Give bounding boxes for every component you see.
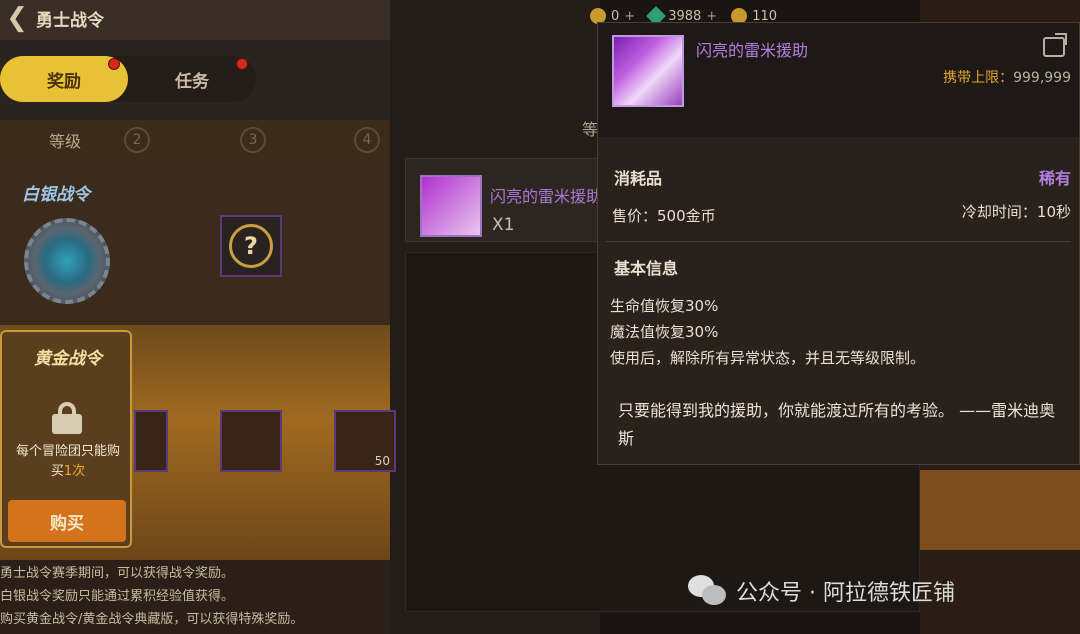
carry-limit-value: 999,999: [1013, 70, 1071, 86]
silver-pass-title: 白银战令: [22, 185, 90, 205]
item-icon: [420, 175, 482, 237]
level-label: 等级: [48, 132, 81, 151]
tab-label: 奖励: [47, 71, 81, 92]
tab-quests[interactable]: 任务: [128, 56, 256, 102]
gold-pass-desc-highlight: 1次: [63, 464, 86, 479]
item-name: 闪亮的雷米援助: [490, 187, 600, 206]
tab-label: 任务: [175, 71, 209, 92]
item-effect: 魔法值恢复30%: [610, 323, 719, 341]
footer-info: 勇士战令赛季期间，可以获得战令奖励。 白银战令奖励只能通过累积经验值获得。 购买…: [0, 562, 390, 631]
watermark-text: 公众号 · 阿拉德铁匠铺: [736, 581, 955, 606]
gold-pass-title: 黄金战令: [34, 349, 102, 369]
item-icon: [612, 35, 684, 107]
gold-pass-description: 每个冒险团只能购买1次: [10, 442, 126, 482]
item-tooltip: 闪亮的雷米援助 携带上限：999,999 消耗品 稀有 售价：500金币 冷却时…: [597, 22, 1080, 465]
footer-line: 白银战令奖励只能通过累积经验值获得。: [0, 589, 235, 604]
question-mark-icon: ?: [229, 224, 273, 268]
back-button[interactable]: ❮: [0, 1, 34, 35]
tooltip-item-name: 闪亮的雷米援助: [696, 41, 809, 60]
item-effect: 使用后，解除所有异常状态，并且无等级限制。: [610, 349, 926, 367]
page-title: 勇士战令: [36, 10, 104, 31]
item-rarity: 稀有: [1038, 169, 1071, 188]
item-effect: 生命值恢复30%: [610, 297, 719, 315]
item-quantity: X1: [492, 215, 515, 235]
level-number: 4: [354, 127, 380, 153]
game-background-right-lower: [920, 470, 1080, 550]
carry-limit: 携带上限：999,999: [943, 67, 1071, 87]
level-number: 3: [240, 127, 266, 153]
notification-dot: [236, 58, 248, 70]
middle-panel-header: 等: [582, 120, 599, 139]
item-price: 售价：500金币: [612, 207, 716, 225]
level-number: 2: [124, 127, 150, 153]
carry-limit-label: 携带上限：: [943, 70, 1014, 86]
wechat-icon: [688, 575, 728, 607]
lock-icon: [52, 402, 82, 434]
top-bar: ❮ 勇士战令: [0, 0, 390, 36]
share-icon[interactable]: [1043, 33, 1067, 57]
tab-rewards[interactable]: 奖励: [0, 56, 128, 102]
divider: [606, 241, 1071, 242]
level-row: 等级 2 3 4: [0, 120, 390, 160]
item-cooldown: 冷却时间：10秒: [961, 203, 1071, 221]
basic-info-title: 基本信息: [614, 259, 679, 278]
silver-pass-emblem: [24, 218, 110, 304]
tooltip-header: 闪亮的雷米援助 携带上限：999,999: [598, 23, 1079, 137]
footer-line: 购买黄金战令/黄金战令典藏版，可以获得特殊奖励。: [0, 612, 304, 627]
gold-pass-panel: 黄金战令 每个冒险团只能购买1次 购买: [0, 330, 132, 548]
arrow-left-icon: ❮: [6, 3, 28, 33]
middle-item-card[interactable]: 闪亮的雷米援助 X1: [405, 158, 605, 242]
buy-button[interactable]: 购买: [8, 500, 126, 542]
reward-slot[interactable]: [134, 410, 168, 472]
tab-row: 奖励 任务: [0, 56, 256, 102]
mystery-reward-slot[interactable]: ?: [220, 215, 282, 277]
watermark: 公众号 · 阿拉德铁匠铺: [688, 575, 955, 607]
reward-slot[interactable]: 50: [334, 410, 396, 472]
reward-quantity: 50: [374, 454, 390, 468]
notification-dot: [108, 58, 120, 70]
item-flavor-quote: 只要能得到我的援助，你就能渡过所有的考验。 ——雷米迪奥斯: [618, 401, 1056, 448]
footer-line: 勇士战令赛季期间，可以获得战令奖励。: [0, 566, 235, 581]
item-type: 消耗品: [614, 169, 663, 188]
reward-slot[interactable]: [220, 410, 282, 472]
